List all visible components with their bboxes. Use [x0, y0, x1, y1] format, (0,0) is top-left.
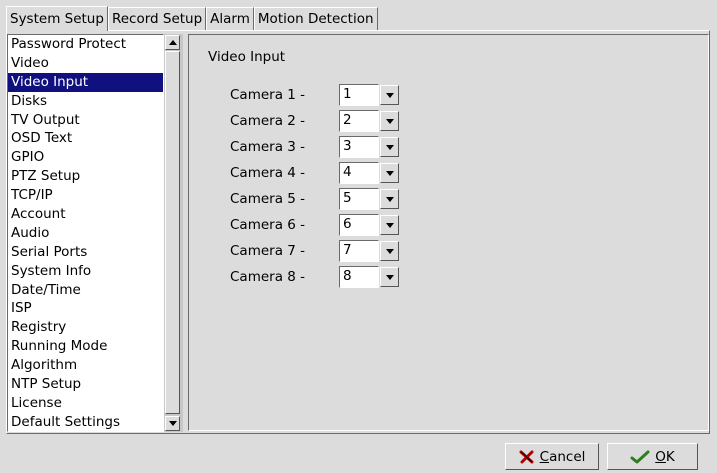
camera-label: Camera 3 -: [230, 139, 306, 155]
camera-select-value[interactable]: 5: [339, 188, 379, 210]
list-item-license[interactable]: License: [8, 394, 163, 413]
arrow-up-icon: [168, 40, 177, 45]
camera-select-value[interactable]: 2: [339, 110, 379, 132]
dropdown-button[interactable]: [380, 189, 399, 209]
list-item-password-protect[interactable]: Password Protect: [8, 35, 163, 54]
dropdown-button[interactable]: [380, 215, 399, 235]
chevron-down-icon: [385, 196, 394, 202]
camera-label: Camera 6 -: [230, 217, 306, 233]
tab-alarm[interactable]: Alarm: [206, 7, 254, 30]
list-item-algorithm[interactable]: Algorithm: [8, 356, 163, 375]
camera-8-select[interactable]: 8: [339, 266, 399, 288]
dropdown-button[interactable]: [380, 163, 399, 183]
video-input-panel: Video Input Camera 1 - 1 Camera 2 - 2 Ca…: [188, 34, 709, 431]
ok-label: OK: [655, 448, 675, 465]
chevron-down-icon: [385, 274, 394, 280]
chevron-down-icon: [385, 144, 394, 150]
dropdown-button[interactable]: [380, 137, 399, 157]
camera-row: Camera 7 - 7: [230, 240, 430, 262]
tab-bar: System Setup Record Setup Alarm Motion D…: [6, 6, 378, 31]
list-item-isp[interactable]: ISP: [8, 299, 163, 318]
list-item-disks[interactable]: Disks: [8, 92, 163, 111]
list-item-video-input[interactable]: Video Input: [8, 72, 163, 92]
camera-row: Camera 1 - 1: [230, 84, 430, 106]
camera-row: Camera 2 - 2: [230, 110, 430, 132]
x-mark-icon: [519, 450, 535, 464]
list-item-osd-text[interactable]: OSD Text: [8, 129, 163, 148]
scroll-up-button[interactable]: [165, 35, 180, 50]
camera-label: Camera 2 -: [230, 113, 306, 129]
camera-label: Camera 4 -: [230, 165, 306, 181]
camera-row: Camera 3 - 3: [230, 136, 430, 158]
camera-select-value[interactable]: 7: [339, 240, 379, 262]
camera-row: Camera 6 - 6: [230, 214, 430, 236]
list-item-tv-output[interactable]: TV Output: [8, 111, 163, 130]
camera-label: Camera 1 -: [230, 87, 306, 103]
camera-row: Camera 4 - 4: [230, 162, 430, 184]
camera-7-select[interactable]: 7: [339, 240, 399, 262]
list-item-registry[interactable]: Registry: [8, 318, 163, 337]
panel-title: Video Input: [208, 49, 286, 65]
camera-label: Camera 8 -: [230, 269, 306, 285]
tab-motion-detection[interactable]: Motion Detection: [253, 7, 378, 30]
scroll-down-button[interactable]: [165, 416, 180, 431]
camera-3-select[interactable]: 3: [339, 136, 399, 158]
list-item-serial-ports[interactable]: Serial Ports: [8, 243, 163, 262]
list-scrollbar[interactable]: [164, 34, 183, 432]
chevron-down-icon: [385, 248, 394, 254]
camera-label: Camera 5 -: [230, 191, 306, 207]
chevron-down-icon: [385, 118, 394, 124]
camera-select-value[interactable]: 6: [339, 214, 379, 236]
camera-5-select[interactable]: 5: [339, 188, 399, 210]
tab-system-setup[interactable]: System Setup: [6, 6, 108, 31]
camera-6-select[interactable]: 6: [339, 214, 399, 236]
chevron-down-icon: [385, 222, 394, 228]
scrollbar-thumb[interactable]: [165, 51, 180, 414]
dropdown-button[interactable]: [380, 241, 399, 261]
camera-1-select[interactable]: 1: [339, 84, 399, 106]
dropdown-button[interactable]: [380, 111, 399, 131]
list-item-running-mode[interactable]: Running Mode: [8, 337, 163, 356]
list-item-default-settings[interactable]: Default Settings: [8, 413, 163, 431]
camera-label: Camera 7 -: [230, 243, 306, 259]
settings-category-list: Password Protect Video Video Input Disks…: [7, 34, 164, 432]
checkmark-icon: [630, 450, 650, 464]
camera-2-select[interactable]: 2: [339, 110, 399, 132]
chevron-down-icon: [385, 92, 394, 98]
list-item-tcp-ip[interactable]: TCP/IP: [8, 186, 163, 205]
list-item-date-time[interactable]: Date/Time: [8, 281, 163, 300]
dropdown-button[interactable]: [380, 267, 399, 287]
camera-select-value[interactable]: 1: [339, 84, 379, 106]
list-item-ptz-setup[interactable]: PTZ Setup: [8, 167, 163, 186]
tab-record-setup[interactable]: Record Setup: [107, 7, 207, 30]
cancel-button[interactable]: Cancel: [505, 443, 599, 470]
list-item-video[interactable]: Video: [8, 54, 163, 73]
list-item-account[interactable]: Account: [8, 205, 163, 224]
list-item-gpio[interactable]: GPIO: [8, 148, 163, 167]
camera-select-value[interactable]: 3: [339, 136, 379, 158]
list-item-ntp-setup[interactable]: NTP Setup: [8, 375, 163, 394]
chevron-down-icon: [385, 170, 394, 176]
camera-row: Camera 5 - 5: [230, 188, 430, 210]
camera-4-select[interactable]: 4: [339, 162, 399, 184]
ok-button[interactable]: OK: [607, 443, 698, 470]
camera-row: Camera 8 - 8: [230, 266, 430, 288]
dropdown-button[interactable]: [380, 85, 399, 105]
camera-select-value[interactable]: 4: [339, 162, 379, 184]
cancel-label: Cancel: [539, 448, 586, 465]
camera-select-value[interactable]: 8: [339, 266, 379, 288]
list-item-system-info[interactable]: System Info: [8, 262, 163, 281]
arrow-down-icon: [168, 421, 177, 426]
list-item-audio[interactable]: Audio: [8, 224, 163, 243]
